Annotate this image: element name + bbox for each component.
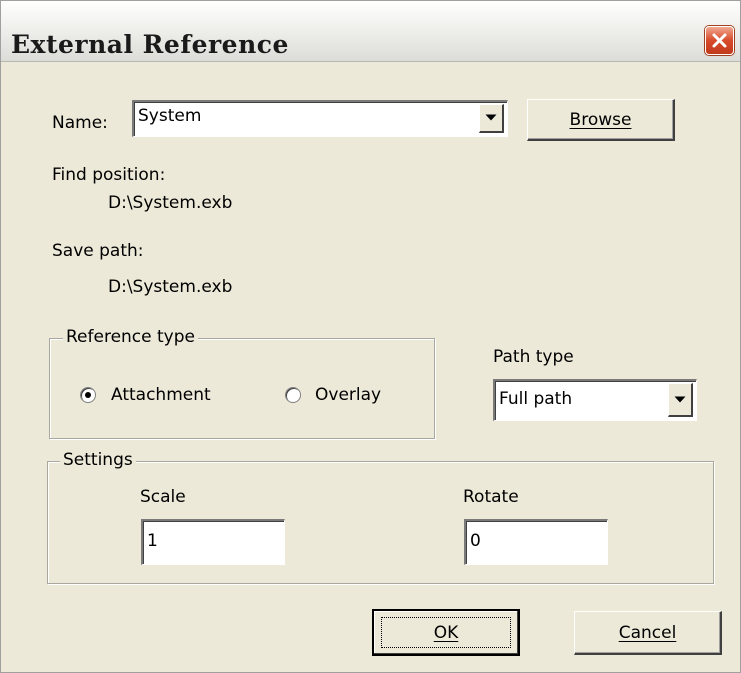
name-value: System <box>138 106 202 126</box>
find-position-value: D:\System.exb <box>108 193 233 213</box>
reference-type-title: Reference type <box>63 327 198 347</box>
attachment-radio[interactable] <box>80 387 96 403</box>
save-path-label: Save path: <box>52 241 144 261</box>
name-dropdown-button[interactable] <box>479 104 504 133</box>
rotate-value: 0 <box>470 531 481 551</box>
chevron-down-icon <box>485 114 497 121</box>
cancel-button[interactable]: Cancel <box>574 611 722 655</box>
overlay-label[interactable]: Overlay <box>315 385 381 405</box>
attachment-label[interactable]: Attachment <box>111 385 211 405</box>
scale-label: Scale <box>140 487 186 507</box>
path-type-value: Full path <box>499 389 573 409</box>
external-reference-dialog: External Reference Name: System Browse F… <box>0 0 741 673</box>
chevron-down-icon <box>674 396 686 402</box>
browse-button-label: Browse <box>569 109 632 130</box>
cancel-button-label: Cancel <box>618 622 677 643</box>
window-title: External Reference <box>11 30 289 59</box>
radio-selected-dot <box>85 392 91 398</box>
settings-title: Settings <box>60 450 136 470</box>
close-icon <box>712 33 727 48</box>
name-combobox[interactable]: System <box>132 100 508 137</box>
path-type-label: Path type <box>493 347 574 367</box>
ok-button-label: OK <box>433 622 459 643</box>
browse-button[interactable]: Browse <box>527 99 675 141</box>
path-type-select[interactable]: Full path <box>493 379 697 421</box>
overlay-radio[interactable] <box>285 387 301 403</box>
rotate-input[interactable]: 0 <box>464 519 608 565</box>
find-position-label: Find position: <box>52 165 166 185</box>
ok-button[interactable]: OK <box>372 609 520 656</box>
scale-value: 1 <box>147 531 158 551</box>
rotate-label: Rotate <box>463 487 519 507</box>
close-button[interactable] <box>705 26 734 55</box>
save-path-value: D:\System.exb <box>108 277 233 297</box>
scale-input[interactable]: 1 <box>141 519 285 565</box>
name-label: Name: <box>52 113 108 133</box>
path-type-dropdown-button[interactable] <box>668 383 693 417</box>
title-bar[interactable]: External Reference <box>1 1 740 62</box>
